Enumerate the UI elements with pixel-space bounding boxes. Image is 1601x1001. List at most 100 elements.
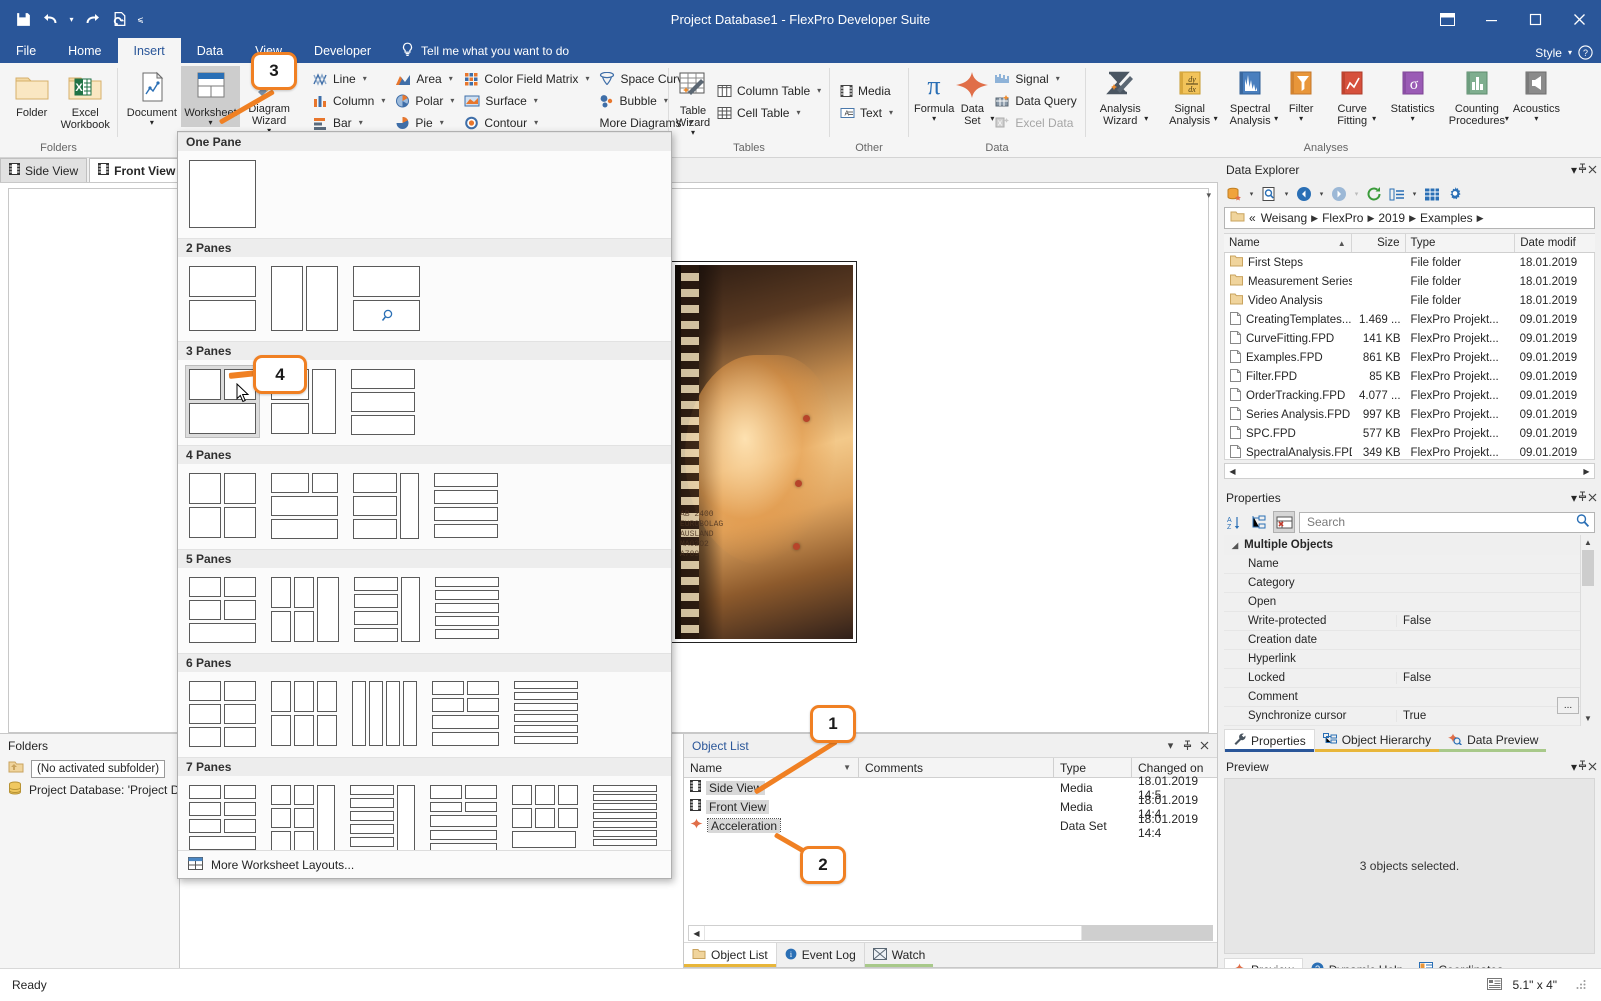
list-view-caret-icon[interactable]: ▾ bbox=[1410, 190, 1419, 198]
layout-4pane-right-column[interactable] bbox=[350, 470, 422, 542]
layout-4pane-split-top[interactable] bbox=[268, 470, 341, 542]
tab-event-log[interactable]: i Event Log bbox=[777, 943, 865, 967]
data-explorer-rows[interactable]: First Steps File folder 18.01.2019 Measurem… bbox=[1224, 253, 1595, 460]
spectral-analysis-button[interactable]: Spectral Analysis ▾ bbox=[1221, 66, 1279, 135]
layout-7pane-rows[interactable] bbox=[590, 782, 660, 849]
breadcrumb-examples[interactable]: Examples bbox=[1419, 211, 1474, 225]
sort-az-icon[interactable]: AZ bbox=[1224, 512, 1244, 532]
table-row[interactable]: Acceleration Data Set 18.01.2019 14:4 bbox=[684, 812, 1217, 840]
column-button[interactable]: Column ▾ bbox=[308, 90, 390, 111]
folder-button[interactable]: Folder bbox=[5, 66, 59, 119]
hide-properties-icon[interactable] bbox=[1273, 511, 1295, 533]
minimize-icon[interactable] bbox=[1469, 0, 1513, 38]
database-toolbar-icon[interactable] bbox=[1224, 184, 1244, 204]
ribbon-display-icon[interactable] bbox=[1425, 0, 1469, 38]
layout-6pane-rows[interactable] bbox=[511, 678, 581, 747]
collapse-triangle-icon[interactable]: ◢ bbox=[1232, 541, 1238, 550]
tab-watch[interactable]: Watch bbox=[865, 943, 934, 967]
table-row[interactable]: First Steps File folder 18.01.2019 bbox=[1225, 253, 1594, 272]
pie-button[interactable]: Pie ▾ bbox=[390, 112, 459, 133]
table-row[interactable]: Measurement Series File folder 18.01.2019 bbox=[1225, 272, 1594, 291]
counting-caret-icon[interactable]: ▾ bbox=[1505, 115, 1509, 123]
tell-me-box[interactable]: Tell me what you want to do bbox=[387, 38, 569, 63]
back-icon[interactable] bbox=[1294, 184, 1314, 204]
document-button[interactable]: Document ▾ bbox=[123, 66, 181, 127]
layout-7pane-c[interactable] bbox=[347, 782, 418, 854]
col-header-changed[interactable]: Changed on bbox=[1132, 758, 1217, 777]
forward-caret-icon[interactable]: ▾ bbox=[1352, 190, 1361, 198]
scroll-left-icon[interactable]: ◀ bbox=[1225, 467, 1240, 476]
signal-analysis-button[interactable]: dy dx Signal Analysis ▾ bbox=[1160, 66, 1218, 135]
property-row[interactable]: Locked False bbox=[1224, 669, 1595, 688]
surface-button[interactable]: Surface ▾ bbox=[459, 90, 594, 111]
layout-6pane-3col[interactable] bbox=[268, 678, 340, 749]
area-caret-icon[interactable]: ▾ bbox=[449, 74, 453, 83]
breadcrumb-flexpro[interactable]: FlexPro bbox=[1321, 211, 1364, 225]
polar-caret-icon[interactable]: ▾ bbox=[450, 96, 454, 105]
line-caret-icon[interactable]: ▾ bbox=[363, 74, 367, 83]
scroll-right-icon[interactable]: ▶ bbox=[1579, 467, 1594, 476]
de-col-date[interactable]: Date modif bbox=[1515, 234, 1595, 252]
scroll-down-icon[interactable]: ▼ bbox=[1580, 711, 1595, 726]
scroll-up-icon[interactable]: ▲ bbox=[1581, 535, 1595, 550]
property-value[interactable]: True bbox=[1396, 710, 1595, 722]
refresh-doc-icon[interactable] bbox=[107, 6, 133, 32]
table-wizard-button[interactable]: Table Wizard ▾ bbox=[674, 66, 712, 137]
layout-6pane-columns[interactable] bbox=[349, 678, 420, 749]
save-icon[interactable] bbox=[10, 6, 36, 32]
column-table-caret-icon[interactable]: ▾ bbox=[817, 86, 821, 95]
bar-button[interactable]: Bar ▾ bbox=[308, 112, 390, 133]
property-row[interactable]: Creation date bbox=[1224, 631, 1595, 650]
table-wizard-caret-icon[interactable]: ▾ bbox=[691, 129, 695, 137]
table-row[interactable]: Video Analysis File folder 18.01.2019 bbox=[1225, 291, 1594, 310]
signal-caret-icon[interactable]: ▾ bbox=[1056, 74, 1060, 83]
layout-2pane-with-preview[interactable] bbox=[350, 263, 423, 334]
property-row[interactable]: Category bbox=[1224, 574, 1595, 593]
data-set-caret-icon[interactable]: ▾ bbox=[990, 115, 994, 123]
polar-button[interactable]: Polar ▾ bbox=[390, 90, 459, 111]
refresh-icon[interactable] bbox=[1364, 184, 1384, 204]
property-row[interactable]: Comment... bbox=[1224, 688, 1595, 714]
layout-7pane-e[interactable] bbox=[509, 782, 581, 851]
layout-2pane-vertical[interactable] bbox=[268, 263, 341, 334]
table-row[interactable]: Series Analysis.FPD 997 KB FlexPro Projekt… bbox=[1225, 405, 1594, 424]
column-table-button[interactable]: Column Table ▾ bbox=[712, 80, 826, 101]
statistics-button[interactable]: σ Statistics ▾ bbox=[1383, 66, 1441, 123]
object-list-hscrollbar[interactable]: ◀ bbox=[688, 925, 1213, 941]
media-button[interactable]: Media bbox=[835, 80, 898, 101]
table-row[interactable]: CurveFitting.FPD 141 KB FlexPro Projekt...… bbox=[1225, 329, 1594, 348]
search-icon[interactable] bbox=[1575, 513, 1590, 531]
properties-vscrollbar[interactable]: ▲ bbox=[1580, 535, 1595, 726]
data-explorer-pin-icon[interactable] bbox=[1577, 162, 1588, 177]
style-caret-icon[interactable]: ▾ bbox=[1568, 48, 1572, 57]
col-header-type[interactable]: Type bbox=[1054, 758, 1132, 777]
folder-row-no-subfolder[interactable]: (No activated subfolder) bbox=[0, 758, 179, 779]
bar-caret-icon[interactable]: ▾ bbox=[359, 118, 363, 127]
spectral-analysis-caret-icon[interactable]: ▾ bbox=[1274, 115, 1278, 123]
text-caret-icon[interactable]: ▾ bbox=[889, 108, 893, 117]
formula-caret-icon[interactable]: ▾ bbox=[932, 115, 936, 123]
gear-icon[interactable] bbox=[1445, 184, 1465, 204]
property-row[interactable]: Name bbox=[1224, 555, 1595, 574]
tab-proper`ties[interactable]: Properties bbox=[1224, 728, 1315, 752]
cfm-caret-icon[interactable]: ▾ bbox=[585, 74, 589, 83]
text-button[interactable]: A Text ▾ bbox=[835, 102, 898, 123]
undo-icon[interactable] bbox=[38, 6, 64, 32]
scroll-track[interactable] bbox=[704, 926, 1082, 940]
table-row[interactable]: SpectralAnalysis.FPD 349 KB FlexPro Projek… bbox=[1225, 443, 1594, 459]
qat-more-icon[interactable]: ⩽ bbox=[135, 6, 146, 32]
tab-developer[interactable]: Developer bbox=[298, 38, 387, 63]
maximize-icon[interactable] bbox=[1513, 0, 1557, 38]
layout-2pane-horizontal[interactable] bbox=[186, 263, 259, 334]
column-caret-icon[interactable]: ▾ bbox=[381, 96, 385, 105]
signal-button[interactable]: Signal ▾ bbox=[990, 68, 1081, 89]
table-row[interactable]: Examples.FPD 861 KB FlexPro Projekt... 09.0… bbox=[1225, 348, 1594, 367]
more-worksheet-layouts-button[interactable]: More Worksheet Layouts... bbox=[178, 850, 671, 878]
layout-4pane-grid[interactable] bbox=[186, 470, 259, 541]
property-row[interactable]: Synchronize cursor True bbox=[1224, 707, 1595, 726]
property-row[interactable]: Hyperlink bbox=[1224, 650, 1595, 669]
list-view-icon[interactable] bbox=[1387, 184, 1407, 204]
object-list-menu-caret-icon[interactable]: ▾ bbox=[1162, 737, 1179, 754]
canvas-collapse-caret-icon[interactable]: ▾ bbox=[1206, 190, 1211, 201]
signal-analysis-caret-icon[interactable]: ▾ bbox=[1214, 115, 1218, 123]
